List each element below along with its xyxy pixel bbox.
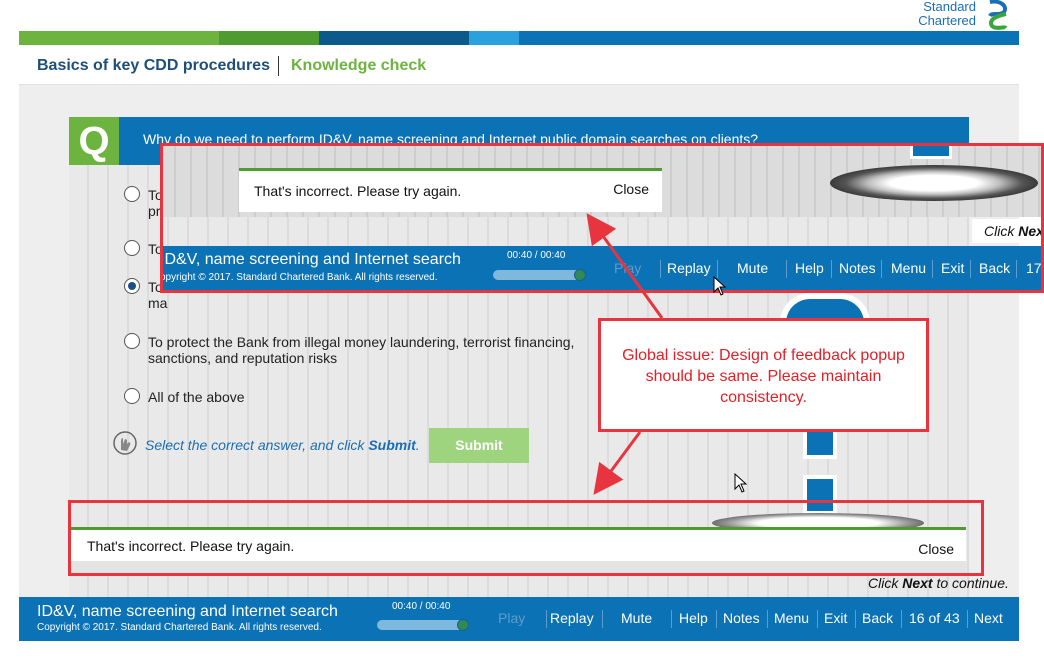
arrow-to-top-popup bbox=[586, 213, 664, 319]
review-comment-callout: Global issue: Design of feedback popup s… bbox=[598, 318, 929, 432]
mouse-cursor-icon bbox=[713, 276, 727, 296]
arrow-to-bottom-popup bbox=[593, 431, 642, 495]
mouse-cursor-icon bbox=[734, 473, 748, 493]
review-comment-text: Global issue: Design of feedback popup s… bbox=[622, 347, 905, 406]
